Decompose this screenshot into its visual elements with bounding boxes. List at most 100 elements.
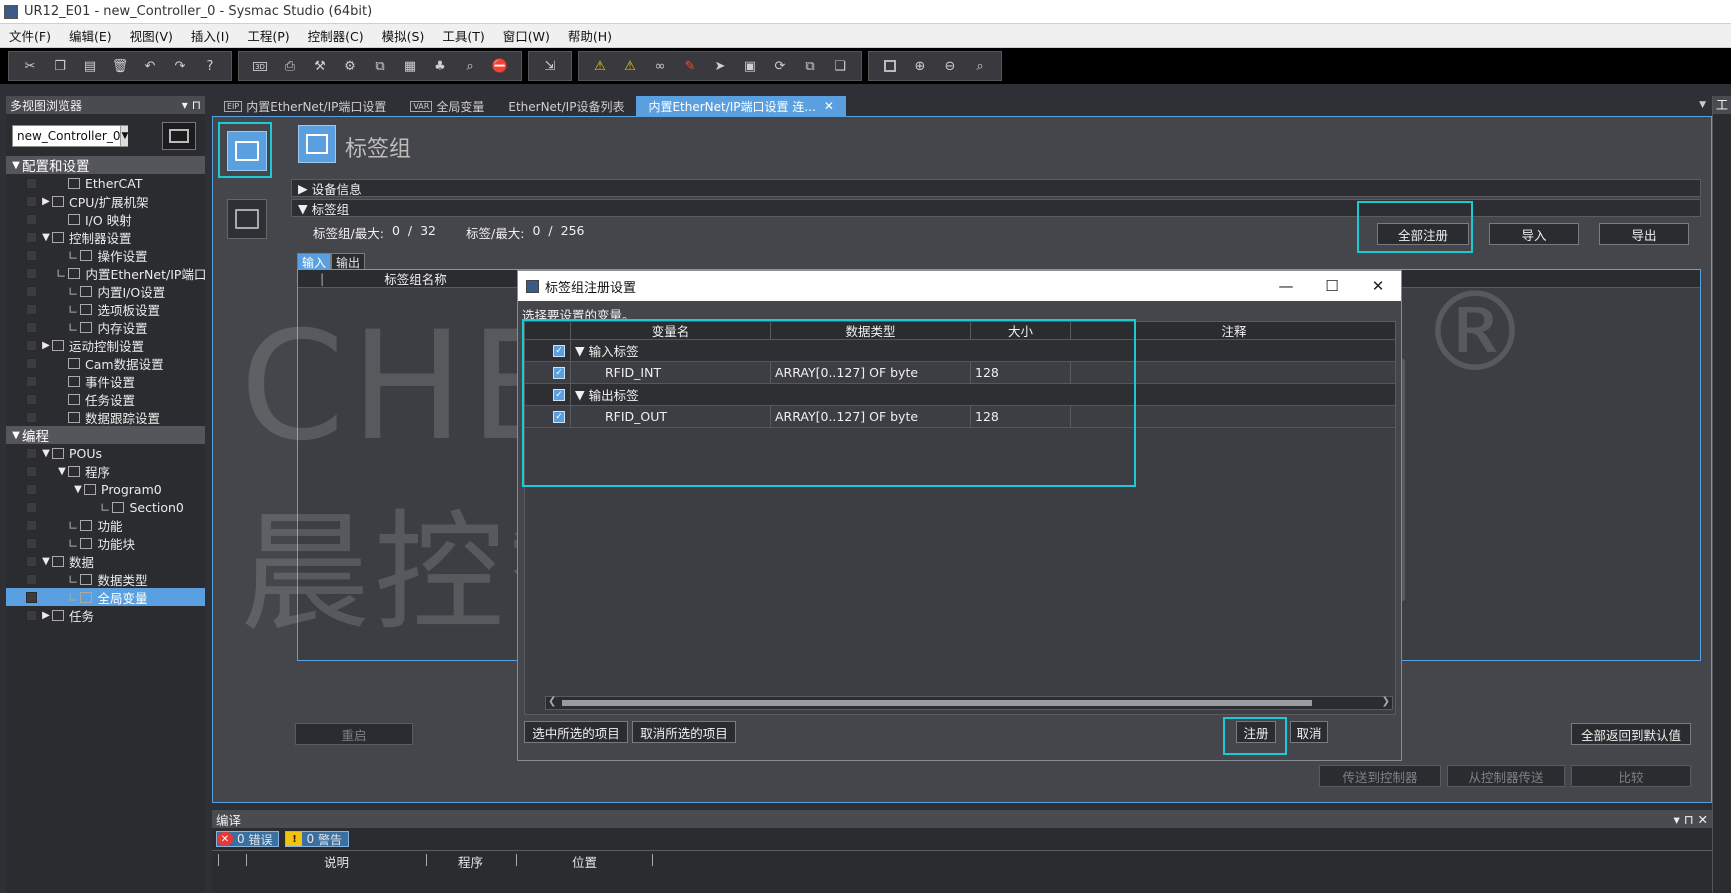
chevron-down-icon[interactable]: ▼ xyxy=(10,160,22,171)
copy-window-icon[interactable]: ⧉ xyxy=(800,56,820,76)
zoom-reset-icon[interactable]: ⌕ xyxy=(970,56,990,76)
chevron-right-icon[interactable]: ▶ xyxy=(40,610,52,621)
undo-icon[interactable]: ↶ xyxy=(140,56,160,76)
import-button[interactable]: 导入 xyxy=(1489,223,1579,245)
chevron-down-icon[interactable]: ▼ xyxy=(40,232,52,243)
chevron-down-icon[interactable]: ▼ xyxy=(72,484,84,495)
tree-item[interactable]: 事件设置 xyxy=(6,372,205,390)
recv-from-controller-button[interactable]: 从控制器传送 xyxy=(1447,765,1565,787)
clone-icon[interactable]: ❏ xyxy=(830,56,850,76)
export-button[interactable]: 导出 xyxy=(1599,223,1689,245)
tab-eip-settings[interactable]: EIP 内置EtherNet/IP端口设置 xyxy=(212,96,398,116)
section-device-info[interactable]: ▶ 设备信息 xyxy=(291,179,1701,197)
horizontal-scrollbar[interactable]: ❮ ❯ xyxy=(545,696,1393,710)
copy-icon[interactable]: ❐ xyxy=(50,56,70,76)
tree-item[interactable]: ∟ 数据类型 xyxy=(6,570,205,588)
panel-controls-icon[interactable]: ▾ ⊓ ✕ xyxy=(1674,812,1708,827)
send-to-controller-button[interactable]: 传送到控制器 xyxy=(1319,765,1441,787)
network-icon[interactable]: ⚙ xyxy=(340,56,360,76)
tree-item[interactable]: ▼ 数据 xyxy=(6,552,205,570)
tree-item[interactable]: ∟ 操作设置 xyxy=(6,246,205,264)
cut-icon[interactable]: ✂ xyxy=(20,56,40,76)
tree-item[interactable]: ∟ 内置I/O设置 xyxy=(6,282,205,300)
minimize-icon[interactable]: — xyxy=(1263,277,1309,295)
menu-file[interactable]: 文件(F) xyxy=(0,26,60,45)
zoom-out-icon[interactable]: ⊖ xyxy=(940,56,960,76)
tree-item[interactable]: ∟ 选项板设置 xyxy=(6,300,205,318)
chevron-right-icon[interactable]: ▶ xyxy=(40,340,52,351)
chevron-down-icon[interactable]: ▼ xyxy=(120,126,129,146)
menu-controller[interactable]: 控制器(C) xyxy=(299,26,373,45)
section-tag-group[interactable]: ▼ 标签组 xyxy=(291,199,1701,217)
reset-all-button[interactable]: 全部返回到默认值 xyxy=(1571,723,1691,745)
zoom-in-icon[interactable]: ⊕ xyxy=(910,56,930,76)
menu-simulation[interactable]: 模拟(S) xyxy=(373,26,434,45)
tree-item[interactable]: ▼ 控制器设置 xyxy=(6,228,205,246)
select-all-button[interactable]: 选中所选的项目 xyxy=(524,721,628,743)
menu-project[interactable]: 工程(P) xyxy=(238,26,298,45)
menu-help[interactable]: 帮助(H) xyxy=(559,26,621,45)
tab-global-vars[interactable]: VAR 全局变量 xyxy=(398,96,496,116)
menu-edit[interactable]: 编辑(E) xyxy=(60,26,121,45)
scrollbar-thumb[interactable] xyxy=(562,700,1312,706)
fit-icon[interactable] xyxy=(880,56,900,76)
tree-item[interactable]: ▼ 程序 xyxy=(6,462,205,480)
tree-item[interactable]: ∟ 内存设置 xyxy=(6,318,205,336)
print-icon[interactable]: ⎙ xyxy=(280,56,300,76)
tree-item[interactable]: Cam数据设置 xyxy=(6,354,205,372)
scroll-right-icon[interactable]: ❯ xyxy=(1382,696,1390,707)
close-icon[interactable]: ✕ xyxy=(1355,277,1401,295)
tree-item[interactable]: ∟ 内置EtherNet/IP端口 xyxy=(6,264,205,282)
tab-overflow-icon[interactable]: ▼ xyxy=(1699,100,1706,110)
tree-item[interactable]: 任务设置 xyxy=(6,390,205,408)
warning-off-icon[interactable]: ⚠ xyxy=(620,56,640,76)
tree-item[interactable]: ∟ Section0 xyxy=(6,498,205,516)
help-icon[interactable]: ? xyxy=(200,56,220,76)
cancel-button[interactable]: 取消 xyxy=(1290,721,1328,743)
tree-item[interactable]: ▶ 任务 xyxy=(6,606,205,624)
scroll-left-icon[interactable]: ❮ xyxy=(548,696,556,707)
tree-icon[interactable]: ♣ xyxy=(430,56,450,76)
chevron-down-icon[interactable]: ▼ xyxy=(10,430,22,441)
tree-item[interactable]: ∟ 全局变量 xyxy=(6,588,205,606)
register-all-button[interactable]: 全部注册 xyxy=(1377,223,1469,245)
tree-item[interactable]: ∟ 功能 xyxy=(6,516,205,534)
controller-select[interactable]: new_Controller_0 ▼ xyxy=(12,125,129,147)
build-icon[interactable]: ⚒ xyxy=(310,56,330,76)
menu-insert[interactable]: 插入(I) xyxy=(182,26,238,45)
maximize-icon[interactable]: ☐ xyxy=(1309,277,1355,295)
compare-icon[interactable]: ⧉ xyxy=(370,56,390,76)
tool-icon[interactable]: ✎ xyxy=(680,56,700,76)
errors-filter[interactable]: ✕ 0 错误 xyxy=(216,831,280,847)
menu-window[interactable]: 窗口(W) xyxy=(494,26,559,45)
tree-item[interactable]: 数据跟踪设置 xyxy=(6,408,205,426)
menu-tools[interactable]: 工具(T) xyxy=(433,26,493,45)
restart-button[interactable]: 重启 xyxy=(295,723,413,745)
close-icon[interactable]: ✕ xyxy=(824,99,834,113)
tab-eip-device-list[interactable]: EtherNet/IP设备列表 xyxy=(496,96,636,116)
stack-icon[interactable]: ▣ xyxy=(740,56,760,76)
tree-item[interactable]: EtherCAT xyxy=(6,174,205,192)
tree-item[interactable]: ▼ 编程 xyxy=(6,426,205,444)
tree-item[interactable]: ▼ 配置和设置 xyxy=(6,156,205,174)
redo-icon[interactable]: ↷ xyxy=(170,56,190,76)
controller-icon[interactable] xyxy=(162,122,196,150)
warning-icon[interactable]: ⚠ xyxy=(590,56,610,76)
stop-icon[interactable]: ⛔ xyxy=(490,56,510,76)
tree-item[interactable]: ▶ 运动控制设置 xyxy=(6,336,205,354)
3d-icon[interactable]: 3D xyxy=(250,56,270,76)
chevron-down-icon[interactable]: ▼ xyxy=(40,448,52,459)
tree-item[interactable]: ∟ 功能块 xyxy=(6,534,205,552)
compare-button[interactable]: 比较 xyxy=(1571,765,1691,787)
refresh-icon[interactable]: ⟳ xyxy=(770,56,790,76)
warnings-filter[interactable]: ! 0 警告 xyxy=(285,831,349,847)
deselect-button[interactable]: 取消所选的项目 xyxy=(632,721,736,743)
connection-view-icon[interactable] xyxy=(227,199,267,239)
sync-icon[interactable]: ∞ xyxy=(650,56,670,76)
tree-item[interactable]: I/O 映射 xyxy=(6,210,205,228)
tree-item[interactable]: ▼ POUs xyxy=(6,444,205,462)
transfer-icon[interactable]: ➤ xyxy=(710,56,730,76)
tree-item[interactable]: ▼ Program0 xyxy=(6,480,205,498)
register-button[interactable]: 注册 xyxy=(1236,721,1276,743)
paste-icon[interactable]: ▤ xyxy=(80,56,100,76)
